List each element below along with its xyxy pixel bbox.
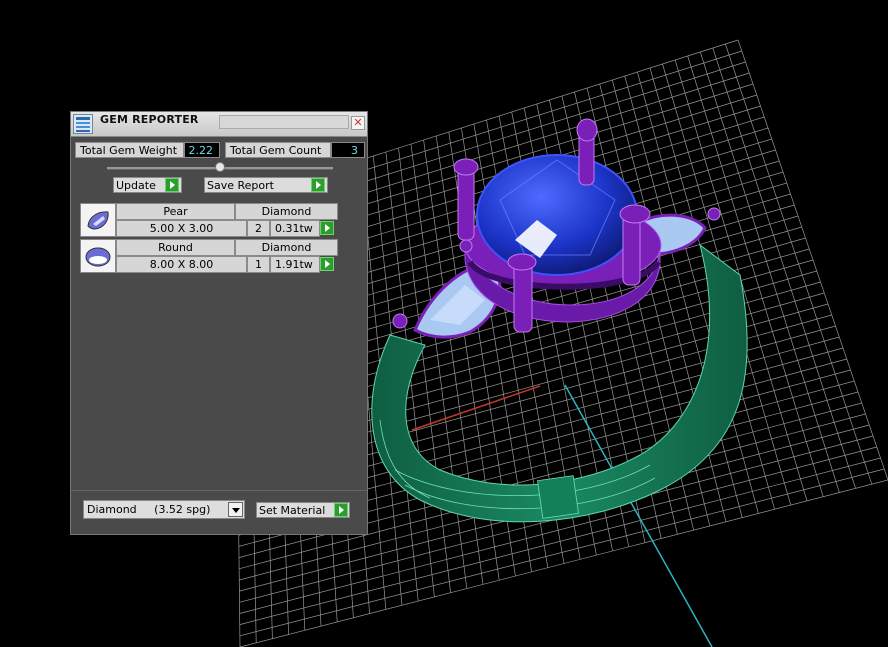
gem-quantity: 1 [247,256,270,273]
gem-row[interactable]: Pear Diamond 5.00 X 3.00 2 0.31tw [80,203,338,237]
gem-weight: 1.91tw [270,256,320,273]
gem-row-arrow-icon[interactable] [320,221,334,235]
material-select[interactable]: Diamond (3.52 spg) [83,500,245,519]
x-axis-line [411,385,541,431]
gem-list-empty-area [73,285,365,485]
close-icon[interactable]: ✕ [351,116,365,130]
total-gem-count-label: Total Gem Count [225,142,331,158]
panel-title: GEM REPORTER [100,113,199,126]
titlebar-strip [219,115,349,129]
center-stone [476,154,638,276]
panel-titlebar[interactable]: GEM REPORTER ✕ [71,112,367,137]
gem-reporter-app-icon [73,114,93,134]
gem-material: Diamond [235,239,338,256]
total-gem-weight-label: Total Gem Weight [75,142,184,158]
grid-line [737,39,888,481]
set-material-arrow-icon[interactable] [334,503,348,517]
grid-line [725,43,873,485]
gem-reporter-panel: GEM REPORTER ✕ Total Gem Weight 2.22 Tot… [70,111,368,535]
panel-divider [71,490,367,491]
gem-row[interactable]: Round Diamond 8.00 X 8.00 1 1.91tw [80,239,338,273]
gem-material: Diamond [235,203,338,220]
update-arrow-icon[interactable] [165,178,179,192]
round-gem-icon [80,239,116,273]
panel-slider-handle[interactable] [215,162,225,172]
gem-weight: 0.31tw [270,220,320,237]
gem-shape: Pear [116,203,235,220]
gem-quantity: 2 [247,220,270,237]
grid-line [712,47,856,489]
gem-shape: Round [116,239,235,256]
gem-size: 8.00 X 8.00 [116,256,247,273]
gem-size: 5.00 X 3.00 [116,220,247,237]
pear-gem-icon [80,203,116,237]
gem-row-arrow-icon[interactable] [320,257,334,271]
save-report-button[interactable]: Save Report [204,177,328,193]
chevron-down-icon[interactable] [228,502,243,517]
save-report-arrow-icon[interactable] [311,178,325,192]
total-gem-count-value: 3 [331,142,365,158]
material-select-value: Diamond (3.52 spg) [87,503,211,516]
total-gem-weight-value: 2.22 [184,142,220,158]
